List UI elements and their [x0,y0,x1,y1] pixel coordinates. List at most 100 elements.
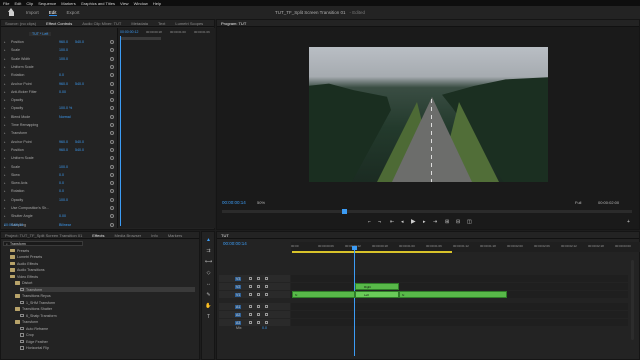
disclosure-triangle-icon[interactable]: ▸ [4,148,6,152]
effects-tree-item[interactable]: Transform [15,320,195,325]
sync-icon[interactable] [257,276,260,280]
track-header[interactable]: V3 [219,275,290,282]
disclosure-triangle-icon[interactable]: ▸ [4,181,6,185]
property-value[interactable]: 0.0 [59,173,64,177]
search-input[interactable]: Transform [10,242,26,246]
eye-icon[interactable] [265,320,268,324]
reset-parameter-icon[interactable] [110,189,114,194]
effects-tree-item[interactable]: 1_SHM Transform [20,300,195,305]
disclosure-triangle-icon[interactable]: ▸ [4,206,6,210]
track-lane[interactable] [291,275,628,282]
reset-parameter-icon[interactable] [110,64,114,69]
clip-selector[interactable]: TUT * Left [29,32,52,36]
timeline-timecode[interactable]: 00:00:00:14 [223,241,247,246]
reset-parameter-icon[interactable] [110,156,114,161]
track-lane[interactable] [291,303,628,310]
selection-tool-icon[interactable]: ▲ [205,237,212,244]
eye-icon[interactable] [265,284,268,288]
property-value[interactable]: 100.0 [59,198,68,202]
menu-help[interactable]: Help [153,1,161,6]
overwrite-icon[interactable]: ⊟ [456,219,460,225]
effects-tree-item[interactable]: Auto Reframe [20,326,195,331]
property-value[interactable]: 960.0 [59,140,68,144]
step-forward-icon[interactable]: ▸ [423,219,426,225]
lock-icon[interactable] [249,292,252,296]
track-name[interactable]: V2 [235,284,242,289]
effects-tree-item[interactable]: Lumetri Presets [10,255,195,260]
eye-icon[interactable] [265,304,268,308]
step-back-icon[interactable]: ◂ [401,219,404,225]
menu-clip[interactable]: Clip [26,1,33,6]
program-scrubber[interactable] [222,209,632,214]
property-value[interactable]: 960.0 [59,82,68,86]
track-header[interactable]: V1 [219,291,290,298]
reset-parameter-icon[interactable] [110,131,114,136]
track-name[interactable]: V1 [235,292,242,297]
pen-tool-icon[interactable]: ✎ [205,292,212,299]
track-name[interactable]: V3 [235,276,242,281]
program-timecode[interactable]: 00:00:00:14 [222,200,246,205]
timeline-vertical-scrollbar[interactable] [631,260,634,340]
property-value[interactable]: 540.0 [75,82,84,86]
tab-audio-clip-mixer[interactable]: Audio Clip Mixer: TUT [82,21,121,26]
clip-v1-b[interactable]: fx [399,291,507,298]
disclosure-triangle-icon[interactable]: ▸ [4,115,6,119]
reset-parameter-icon[interactable] [110,147,114,152]
clip-left[interactable]: Left [355,291,399,298]
track-header[interactable]: A3 [219,319,290,326]
disclosure-triangle-icon[interactable]: ▸ [4,98,6,102]
property-value[interactable]: 100.0 [59,57,68,61]
reset-parameter-icon[interactable] [110,164,114,169]
menu-markers[interactable]: Markers [61,1,75,6]
reset-parameter-icon[interactable] [110,172,114,177]
effects-tree-item[interactable]: Distort [15,281,195,286]
ec-mini-timeline[interactable]: 00:00:00:12 00:00:00:18 00:00:01:00 00:0… [117,28,215,228]
menu-file[interactable]: File [3,1,9,6]
disclosure-triangle-icon[interactable]: ▸ [4,82,6,86]
playhead-handle[interactable] [352,246,357,250]
disclosure-triangle-icon[interactable]: ▸ [4,156,6,160]
property-value[interactable]: Normal [59,115,71,119]
tab-effect-controls[interactable]: Effect Controls [46,21,72,26]
sync-icon[interactable] [257,320,260,324]
lock-icon[interactable] [249,312,252,316]
add-button-icon[interactable]: + [627,219,630,225]
disclosure-triangle-icon[interactable]: ▸ [4,173,6,177]
property-value[interactable]: 0.00 [59,214,66,218]
disclosure-triangle-icon[interactable]: ▸ [4,73,6,77]
slip-tool-icon[interactable]: ↔ [205,281,212,288]
effects-tree-item[interactable]: Audio Effects [10,261,195,266]
reset-parameter-icon[interactable] [110,89,114,94]
sync-icon[interactable] [257,304,260,308]
menu-sequence[interactable]: Sequence [38,1,56,6]
property-value[interactable]: 960.0 [59,148,68,152]
disclosure-triangle-icon[interactable]: ▸ [4,123,6,127]
sync-icon[interactable] [257,292,260,296]
disclosure-triangle-icon[interactable]: ▸ [4,48,6,52]
tab-sequence[interactable]: TUT [221,233,229,238]
effects-tree-item[interactable]: Presets [10,248,195,253]
disclosure-triangle-icon[interactable]: ▸ [4,140,6,144]
tab-source[interactable]: Source: (no clips) [5,21,36,26]
property-value[interactable]: 0.0 [59,181,64,185]
play-icon[interactable]: ▶ [411,218,416,225]
menu-window[interactable]: Window [134,1,148,6]
razor-tool-icon[interactable]: ◇ [205,270,212,277]
ec-playhead[interactable] [120,36,121,226]
reset-parameter-icon[interactable] [110,40,114,44]
reset-parameter-icon[interactable] [110,181,114,186]
track-lane[interactable] [291,283,628,290]
effects-search[interactable]: ⌕ Transform [3,241,83,246]
reset-parameter-icon[interactable] [110,106,114,111]
lock-icon[interactable] [249,320,252,324]
go-to-in-icon[interactable]: ⇤ [390,219,394,225]
property-value[interactable]: 960.0 [59,40,68,44]
track-header[interactable]: A1 [219,303,290,310]
disclosure-triangle-icon[interactable]: ▸ [4,40,6,44]
menu-edit[interactable]: Edit [14,1,21,6]
reset-parameter-icon[interactable] [110,222,114,227]
lock-icon[interactable] [249,276,252,280]
lock-icon[interactable] [249,284,252,288]
reset-parameter-icon[interactable] [110,123,114,127]
zoom-select[interactable]: 50% [257,200,265,205]
